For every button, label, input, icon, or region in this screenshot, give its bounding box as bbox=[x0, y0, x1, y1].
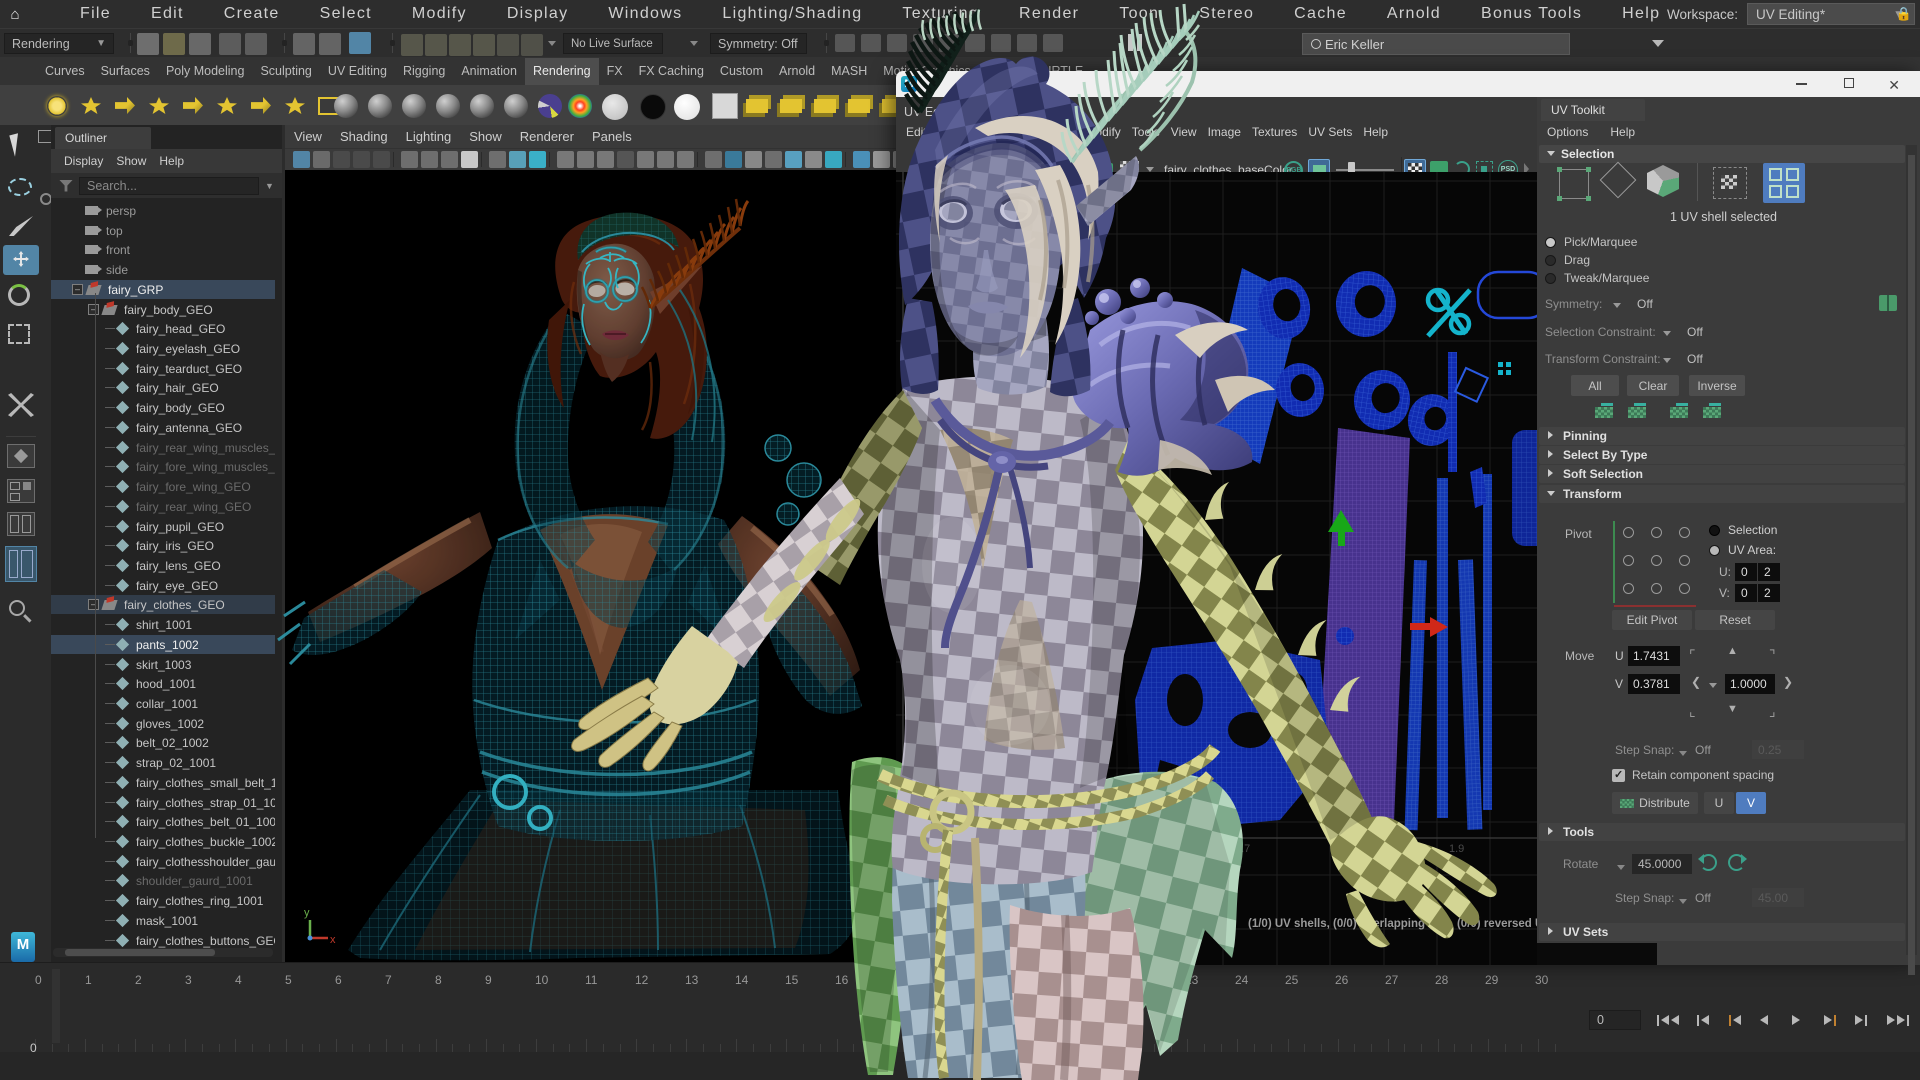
svg-text:y: y bbox=[304, 907, 310, 919]
svg-text:x: x bbox=[330, 934, 336, 946]
